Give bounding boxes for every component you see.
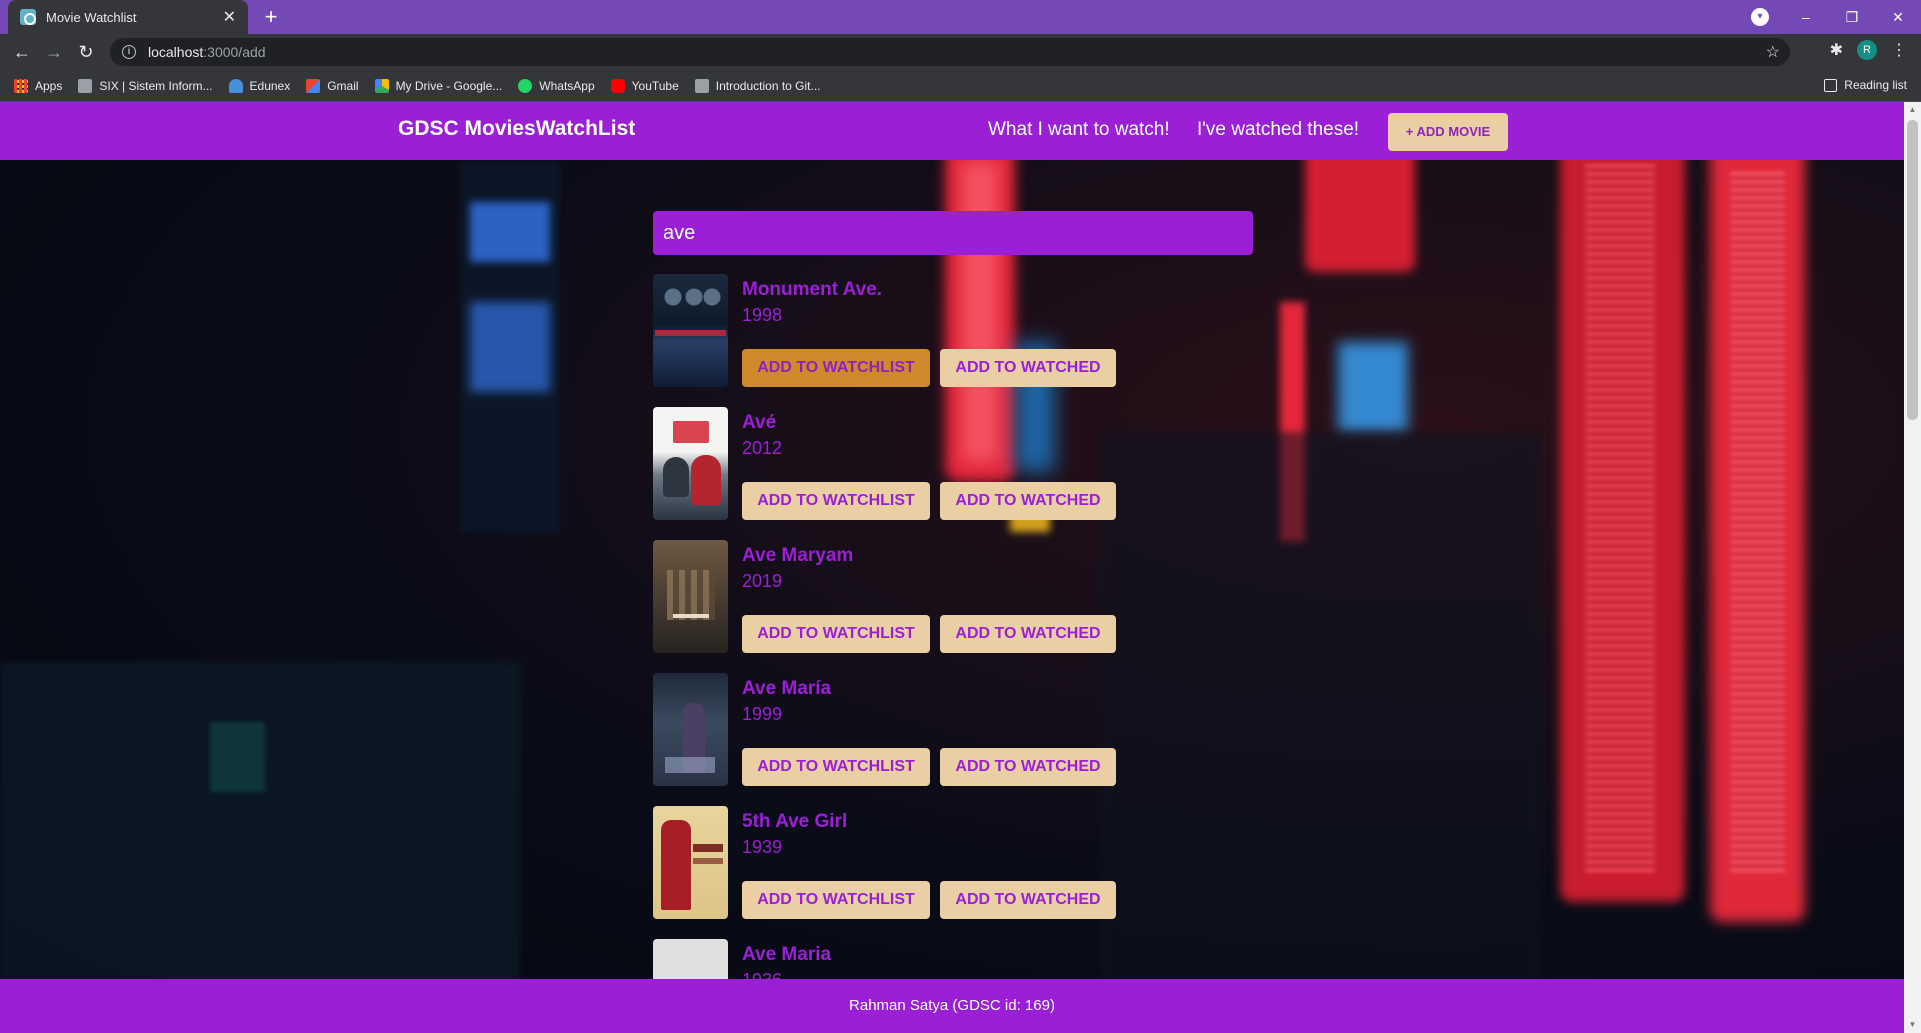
window-close-icon[interactable]: ✕: [1875, 9, 1921, 26]
gmail-icon: [306, 78, 321, 93]
bookmark-gmail[interactable]: Gmail: [306, 78, 359, 93]
add-to-watchlist-button[interactable]: ADD TO WATCHLIST: [742, 748, 930, 786]
list-item: Ave Maryam 2019 ADD TO WATCHLIST ADD TO …: [653, 540, 1253, 673]
bookmark-label: Edunex: [249, 78, 291, 93]
page-viewport: GDSC MoviesWatchList What I want to watc…: [0, 102, 1904, 1033]
add-to-watched-button[interactable]: ADD TO WATCHED: [940, 482, 1116, 520]
list-item: 5th Ave Girl 1939 ADD TO WATCHLIST ADD T…: [653, 806, 1253, 939]
scrollbar-thumb[interactable]: [1907, 120, 1918, 420]
movie-year: 1999: [742, 704, 783, 724]
browser-toolbar: ← → ↻ i localhost:3000/add ☆ ✱ R ⋮: [0, 34, 1921, 70]
url-path: :3000/add: [203, 44, 266, 60]
edunex-icon: [228, 78, 243, 93]
new-tab-button[interactable]: +: [258, 4, 284, 30]
list-item: Monument Ave. 1998 ADD TO WATCHLIST ADD …: [653, 274, 1253, 407]
search-results: Monument Ave. 1998 ADD TO WATCHLIST ADD …: [653, 274, 1253, 1033]
add-to-watched-button[interactable]: ADD TO WATCHED: [940, 349, 1116, 387]
reading-list-icon: [1824, 78, 1838, 92]
bookmark-label: Apps: [35, 78, 63, 93]
bookmark-label: SIX | Sistem Inform...: [99, 78, 213, 93]
bookmark-label: Gmail: [327, 78, 359, 93]
profile-avatar[interactable]: R: [1857, 40, 1877, 60]
window-controls: ▾ – ❐ ✕: [1751, 0, 1921, 34]
reading-list-label: Reading list: [1844, 78, 1907, 92]
nav-watched-link[interactable]: I've watched these!: [1197, 119, 1359, 141]
add-to-watchlist-button[interactable]: ADD TO WATCHLIST: [742, 482, 930, 520]
movie-title: Ave María: [742, 678, 832, 699]
bookmark-star-icon[interactable]: ☆: [1766, 42, 1780, 62]
nav-watchlist-link[interactable]: What I want to watch!: [988, 119, 1170, 141]
extensions-icon[interactable]: ✱: [1830, 40, 1843, 60]
browser-tabstrip: Movie Watchlist ✕ + ▾ – ❐ ✕: [0, 0, 1921, 34]
bookmark-whatsapp[interactable]: WhatsApp: [518, 78, 595, 93]
bookmark-label: YouTube: [631, 78, 679, 93]
six-icon: [78, 78, 93, 93]
movie-poster: [653, 274, 728, 387]
add-to-watched-button[interactable]: ADD TO WATCHED: [940, 615, 1116, 653]
apps-grid-icon: [14, 78, 28, 93]
scroll-up-icon[interactable]: ▲: [1904, 102, 1921, 118]
page-scrollbar[interactable]: ▲ ▼: [1904, 102, 1921, 1033]
close-icon[interactable]: ✕: [223, 7, 236, 27]
bookmark-drive[interactable]: My Drive - Google...: [374, 78, 503, 93]
bookmark-six[interactable]: SIX | Sistem Inform...: [78, 78, 213, 93]
bookmark-youtube[interactable]: YouTube: [610, 78, 679, 93]
add-to-watchlist-button[interactable]: ADD TO WATCHLIST: [742, 881, 930, 919]
tab-title: Movie Watchlist: [46, 9, 137, 25]
bookmark-label: My Drive - Google...: [395, 78, 503, 93]
movie-title: Monument Ave.: [742, 279, 883, 300]
bookmark-label: Introduction to Git...: [715, 78, 821, 93]
footer-credit: Rahman Satya (GDSC id: 169): [849, 997, 1055, 1014]
add-to-watchlist-button[interactable]: ADD TO WATCHLIST: [742, 349, 930, 387]
bookmark-edunex[interactable]: Edunex: [228, 78, 291, 93]
app-navbar: GDSC MoviesWatchList What I want to watc…: [0, 102, 1904, 160]
back-icon[interactable]: ←: [10, 40, 34, 64]
movie-poster: [653, 806, 728, 919]
bookmark-git-intro[interactable]: Introduction to Git...: [694, 78, 821, 93]
whatsapp-icon: [518, 78, 533, 93]
doc-icon: [694, 78, 709, 93]
movie-poster: [653, 673, 728, 786]
brand-logo[interactable]: GDSC MoviesWatchList: [398, 117, 635, 141]
reload-icon[interactable]: ↻: [74, 40, 98, 64]
info-icon[interactable]: i: [122, 45, 136, 59]
movie-title: Ave Maryam: [742, 545, 854, 566]
youtube-icon: [610, 78, 625, 93]
movie-year: 2012: [742, 438, 783, 458]
toolbar-right: ✱ R ⋮: [1830, 40, 1921, 60]
movie-year: 1939: [742, 837, 783, 857]
menu-icon[interactable]: ⋮: [1891, 40, 1907, 60]
browser-tab[interactable]: Movie Watchlist ✕: [8, 0, 248, 34]
tab-search-icon[interactable]: ▾: [1751, 8, 1769, 26]
add-to-watched-button[interactable]: ADD TO WATCHED: [940, 881, 1116, 919]
page-footer: Rahman Satya (GDSC id: 169): [0, 979, 1904, 1033]
react-icon: [20, 9, 36, 25]
add-movie-button[interactable]: + ADD MOVIE: [1388, 113, 1508, 151]
movie-year: 2019: [742, 571, 783, 591]
movie-search-input[interactable]: [653, 211, 1253, 255]
list-item: Avé 2012 ADD TO WATCHLIST ADD TO WATCHED: [653, 407, 1253, 540]
scroll-down-icon[interactable]: ▼: [1904, 1017, 1921, 1033]
movie-poster: [653, 540, 728, 653]
drive-icon: [374, 78, 389, 93]
add-to-watched-button[interactable]: ADD TO WATCHED: [940, 748, 1116, 786]
address-bar[interactable]: i localhost:3000/add ☆: [110, 38, 1790, 66]
movie-year: 1998: [742, 305, 783, 325]
url-host: localhost: [148, 44, 204, 60]
movie-title: Avé: [742, 412, 777, 433]
forward-icon[interactable]: →: [42, 40, 66, 64]
bookmarks-bar: Apps SIX | Sistem Inform... Edunex Gmail…: [0, 70, 1921, 102]
movie-title: Ave Maria: [742, 944, 832, 965]
minimize-icon[interactable]: –: [1783, 9, 1829, 25]
reading-list-button[interactable]: Reading list: [1824, 78, 1907, 92]
list-item: Ave María 1999 ADD TO WATCHLIST ADD TO W…: [653, 673, 1253, 806]
bookmark-label: WhatsApp: [539, 78, 595, 93]
add-to-watchlist-button[interactable]: ADD TO WATCHLIST: [742, 615, 930, 653]
bookmark-apps[interactable]: Apps: [14, 78, 63, 93]
restore-icon[interactable]: ❐: [1829, 9, 1875, 26]
movie-poster: [653, 407, 728, 520]
movie-title: 5th Ave Girl: [742, 811, 848, 832]
